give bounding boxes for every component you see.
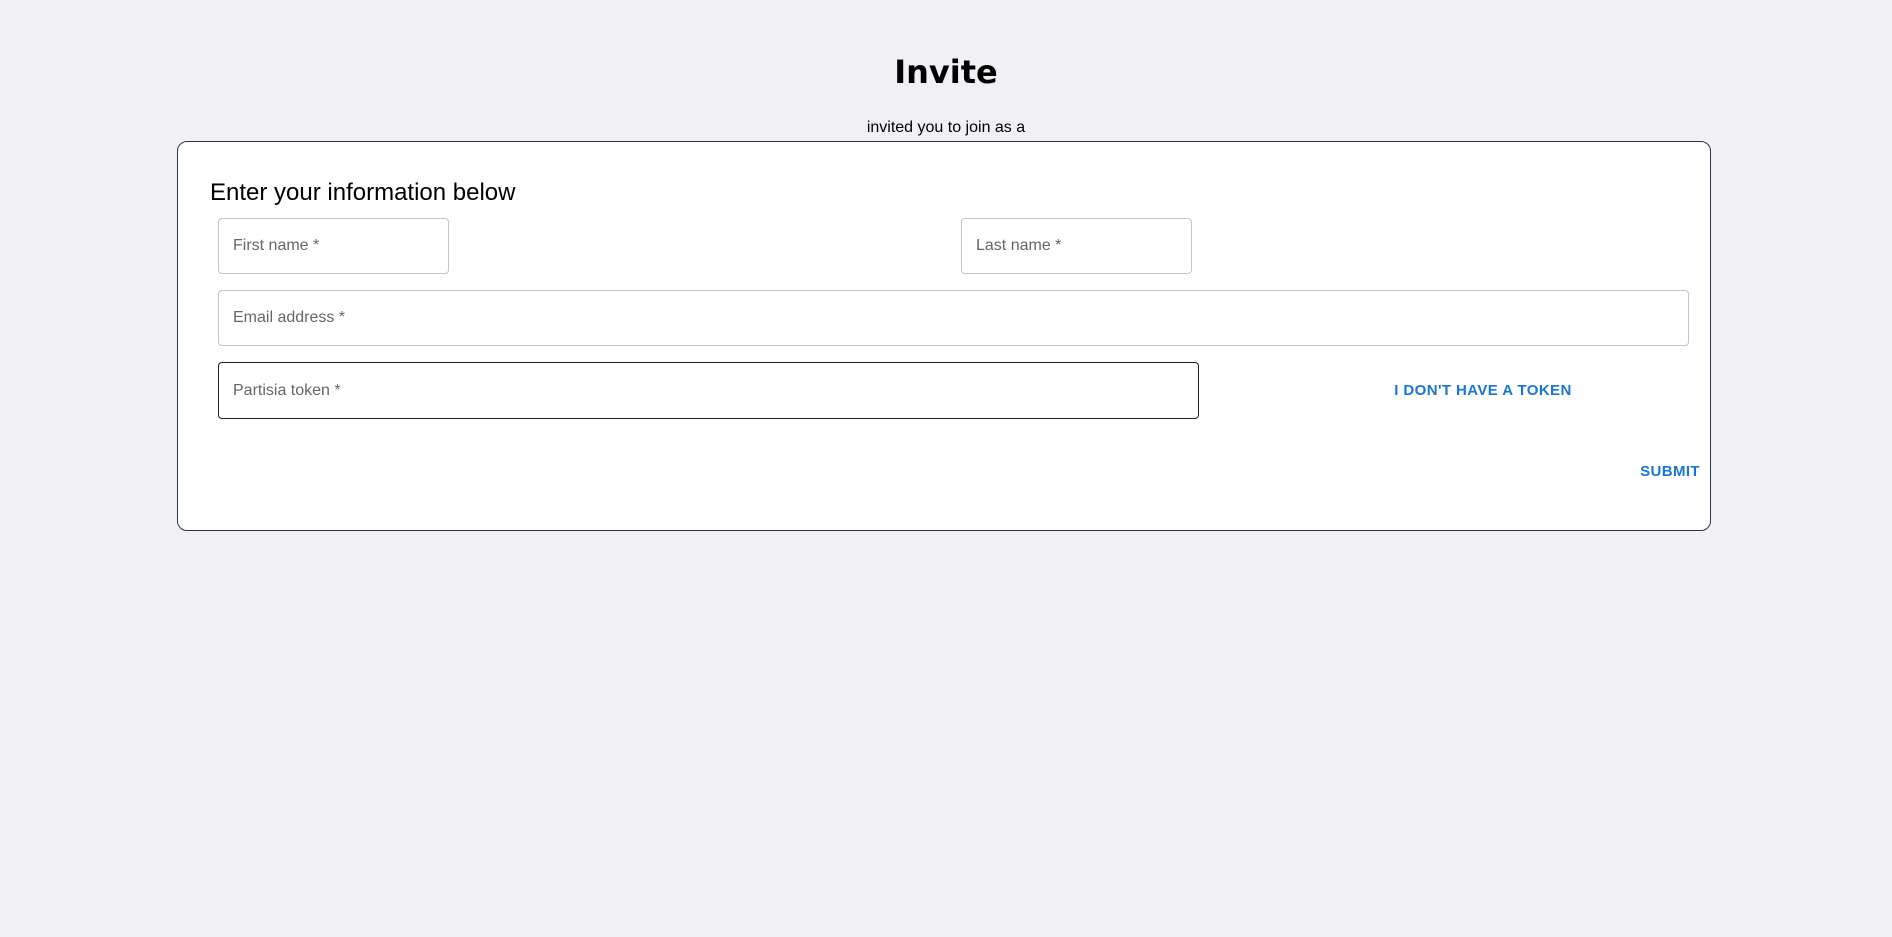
last-name-field[interactable] [961, 218, 1192, 274]
token-field[interactable] [218, 362, 1199, 419]
email-field[interactable] [218, 290, 1689, 346]
first-name-field[interactable] [218, 218, 449, 274]
page-title: Invite [894, 53, 998, 91]
email-input[interactable] [233, 309, 1674, 327]
last-name-input[interactable] [976, 237, 1177, 255]
form-heading: Enter your information below [210, 179, 516, 206]
invite-subtitle: invited you to join as a [866, 119, 1026, 136]
token-input[interactable] [233, 381, 1184, 400]
invite-form-card: Enter your information below I DON'T HAV… [177, 141, 1711, 531]
submit-button[interactable]: SUBMIT [1612, 454, 1708, 490]
first-name-input[interactable] [233, 237, 434, 255]
no-token-button[interactable]: I DON'T HAVE A TOKEN [1358, 373, 1608, 409]
